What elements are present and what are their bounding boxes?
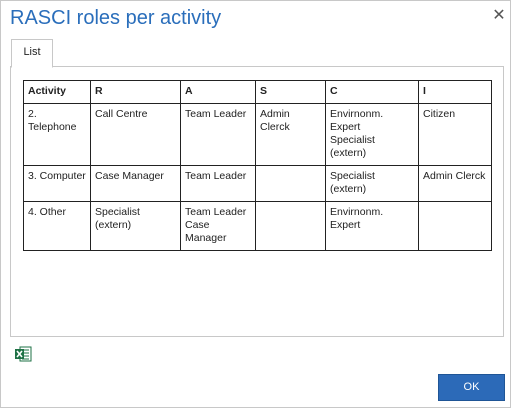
table-row: 4. Other Specialist (extern) Team Leader… bbox=[23, 201, 492, 251]
table-cell: Specialist (extern) bbox=[325, 165, 419, 202]
table-cell: Envirnonm. Expert Specialist (extern) bbox=[325, 103, 419, 166]
column-header-activity: Activity bbox=[23, 80, 91, 104]
table-cell: Citizen bbox=[418, 103, 492, 166]
table-header-row: Activity R A S C I bbox=[23, 80, 492, 104]
table-cell: Case Manager bbox=[90, 165, 181, 202]
column-header-i: I bbox=[418, 80, 492, 104]
table-cell bbox=[255, 201, 326, 251]
table-cell: Admin Clerck bbox=[255, 103, 326, 166]
table-cell: Team Leader Case Manager bbox=[180, 201, 256, 251]
table-cell bbox=[418, 201, 492, 251]
dialog-title: RASCI roles per activity bbox=[10, 7, 222, 29]
table-cell: 2. Telephone bbox=[23, 103, 91, 166]
list-panel: Activity R A S C I 2. Telephone Call Cen… bbox=[10, 66, 504, 337]
column-header-s: S bbox=[255, 80, 326, 104]
table-cell: 3. Computer bbox=[23, 165, 91, 202]
table-cell: 4. Other bbox=[23, 201, 91, 251]
rasci-dialog: RASCI roles per activity ✕ List Activity… bbox=[0, 0, 511, 408]
tab-list[interactable]: List bbox=[11, 39, 53, 68]
table-row: 2. Telephone Call Centre Team Leader Adm… bbox=[23, 103, 492, 166]
table-cell bbox=[255, 165, 326, 202]
table-cell: Admin Clerck bbox=[418, 165, 492, 202]
close-icon[interactable]: ✕ bbox=[491, 7, 507, 25]
table-row: 3. Computer Case Manager Team Leader Spe… bbox=[23, 165, 492, 202]
rasci-table: Activity R A S C I 2. Telephone Call Cen… bbox=[23, 80, 492, 251]
column-header-r: R bbox=[90, 80, 181, 104]
table-cell: Team Leader bbox=[180, 103, 256, 166]
table-cell: Specialist (extern) bbox=[90, 201, 181, 251]
table-cell: Team Leader bbox=[180, 165, 256, 202]
column-header-c: C bbox=[325, 80, 419, 104]
column-header-a: A bbox=[180, 80, 256, 104]
table-cell: Call Centre bbox=[90, 103, 181, 166]
table-cell: Envirnonm. Expert bbox=[325, 201, 419, 251]
ok-button[interactable]: OK bbox=[438, 374, 505, 401]
excel-icon[interactable] bbox=[14, 345, 32, 363]
